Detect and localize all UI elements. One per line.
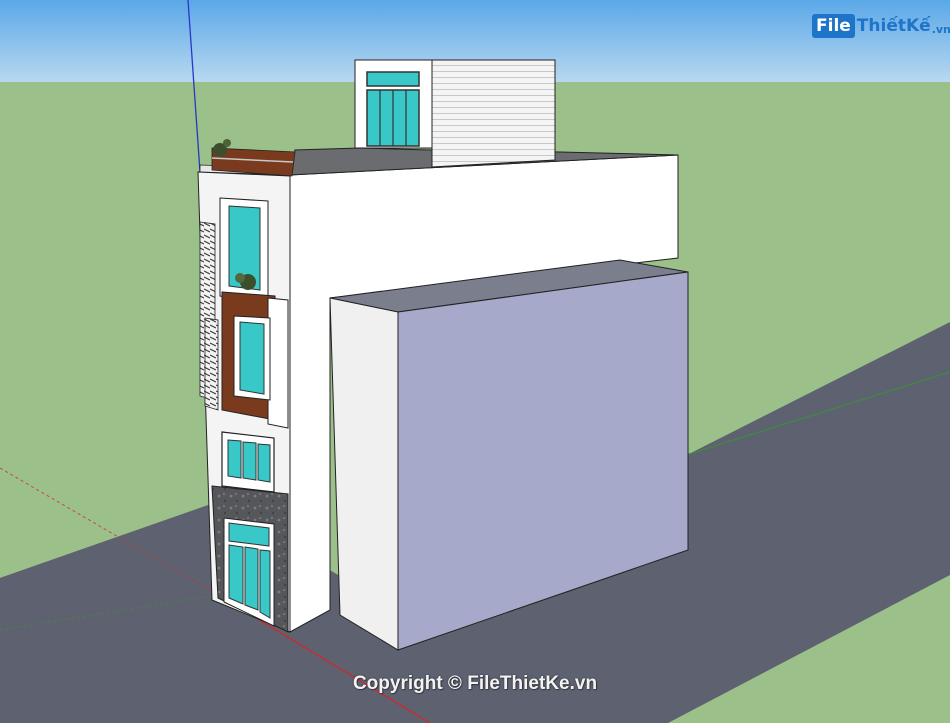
entry-door-glass-1 — [228, 544, 244, 605]
wood-frame-side — [267, 297, 289, 429]
stair-transom — [366, 71, 420, 87]
louver-panel-2 — [204, 317, 219, 411]
lower-window-glass-2 — [242, 441, 257, 481]
logo-tld-text: .vn — [931, 22, 950, 36]
logo-box: File — [812, 14, 855, 38]
annex-front — [329, 297, 399, 651]
sketchup-viewport[interactable]: File ThiếtKế .vn Copyright © FileThietKe… — [0, 0, 950, 723]
lower-window-glass-1 — [227, 439, 242, 479]
lower-window-glass-3 — [257, 443, 271, 483]
entry-door-glass-2 — [244, 546, 259, 611]
logo-main-text: ThiếtKế — [856, 16, 931, 36]
3d-model-scene[interactable] — [0, 0, 950, 723]
entry-door-glass-3 — [259, 549, 271, 619]
mid-window-glass — [239, 321, 265, 395]
stair-house-siding — [431, 59, 556, 168]
copyright-watermark: Copyright © FileThietKe.vn — [352, 673, 598, 694]
filethietke-logo: File ThiếtKế .vn — [812, 12, 950, 40]
